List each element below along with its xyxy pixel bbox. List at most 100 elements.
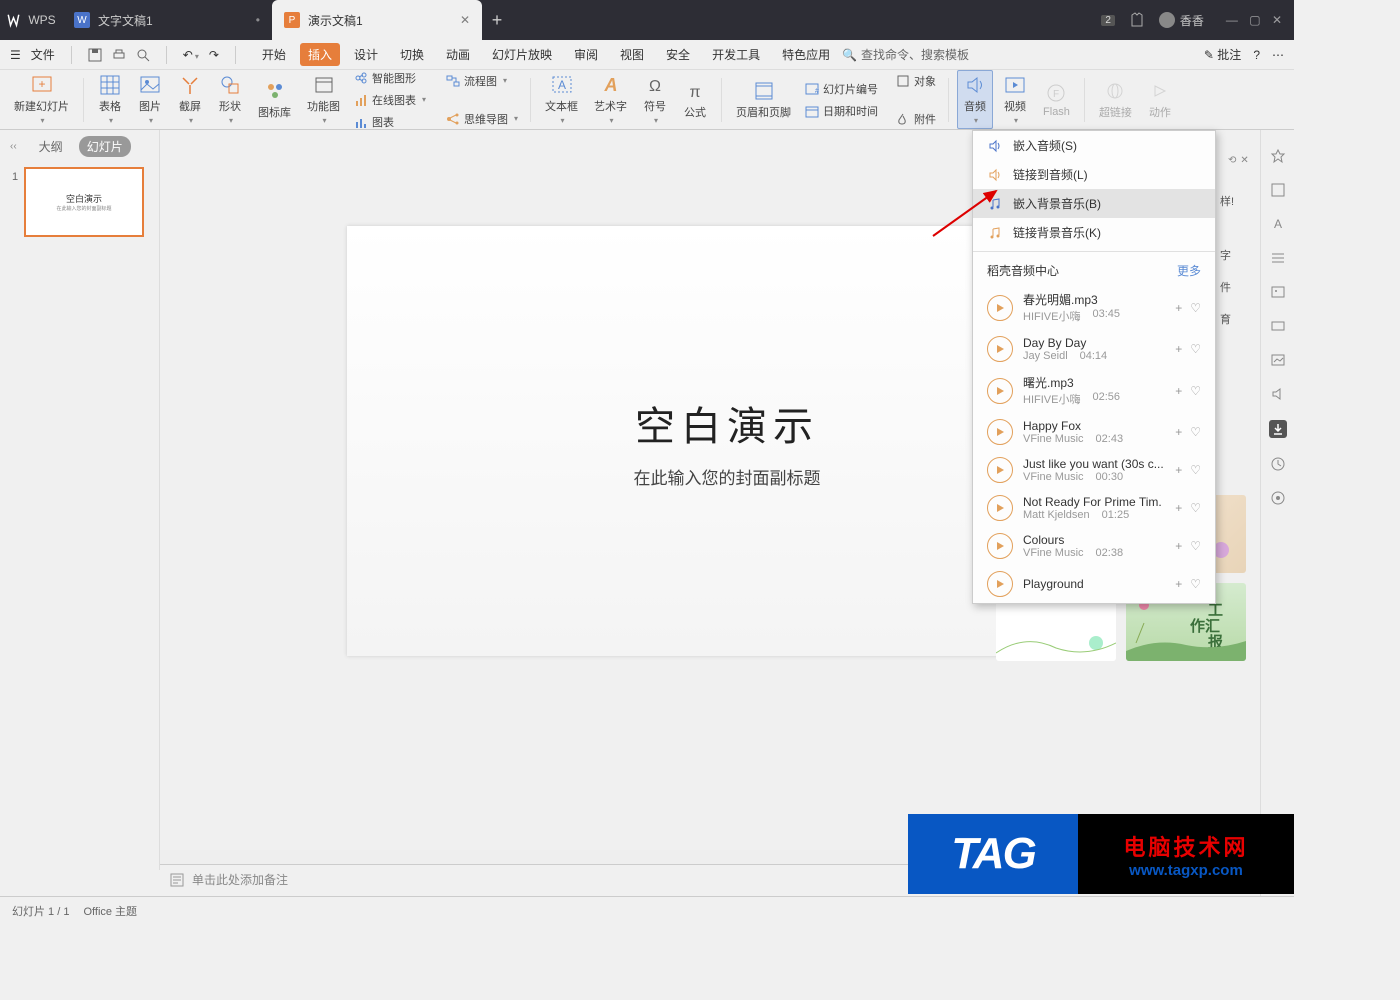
menu-icon[interactable]: ☰	[10, 48, 21, 62]
audio-row[interactable]: Just like you want (30s c... VFine Music…	[973, 451, 1215, 489]
add-icon[interactable]: +	[1175, 384, 1182, 398]
heart-icon[interactable]: ♡	[1190, 301, 1201, 315]
file-menu[interactable]: 文件	[31, 46, 55, 63]
rail-icon[interactable]	[1270, 182, 1286, 198]
rail-icon[interactable]	[1270, 456, 1286, 472]
rail-icon[interactable]: A	[1270, 216, 1286, 232]
undo-icon[interactable]: ↶▾	[183, 48, 199, 62]
picture-button[interactable]: 图片▾	[132, 71, 168, 128]
audio-row[interactable]: Playground + ♡	[973, 565, 1215, 603]
play-icon[interactable]	[987, 336, 1013, 362]
menu-start[interactable]: 开始	[254, 43, 294, 66]
link-bg-music-item[interactable]: 链接背景音乐(K)	[973, 218, 1215, 247]
add-icon[interactable]: +	[1175, 539, 1182, 553]
annotate-button[interactable]: ✎ 批注	[1204, 46, 1241, 63]
play-icon[interactable]	[987, 457, 1013, 483]
slide-thumbnail[interactable]: 1 空白演示 在此输入您的封面副标题	[24, 167, 144, 237]
search-box[interactable]: 🔍 查找命令、搜索模板	[842, 46, 969, 63]
tab-ppt-doc[interactable]: P 演示文稿1 ✕	[272, 0, 482, 40]
slides-tab[interactable]: 幻灯片	[79, 136, 131, 157]
add-icon[interactable]: +	[1175, 577, 1182, 591]
table-button[interactable]: 表格▾	[92, 71, 128, 128]
shape-button[interactable]: 形状▾	[212, 71, 248, 128]
notes-bar[interactable]: 单击此处添加备注	[160, 864, 1000, 894]
embed-bg-music-item[interactable]: 嵌入背景音乐(B)	[973, 189, 1215, 218]
add-icon[interactable]: +	[1175, 425, 1182, 439]
rail-icon[interactable]	[1270, 318, 1286, 334]
screenshot-button[interactable]: 截屏▾	[172, 71, 208, 128]
textbox-button[interactable]: A 文本框▾	[539, 71, 584, 128]
play-icon[interactable]	[987, 378, 1013, 404]
audio-row[interactable]: Not Ready For Prime Tim. Matt Kjeldsen01…	[973, 489, 1215, 527]
audio-row[interactable]: Day By Day Jay Seidl04:14 + ♡	[973, 330, 1215, 368]
slide-title[interactable]: 空白演示	[635, 394, 819, 452]
add-icon[interactable]: +	[1175, 463, 1182, 477]
video-button[interactable]: 视频▾	[997, 71, 1033, 128]
attach-button[interactable]: 附件	[892, 109, 940, 129]
link-audio-item[interactable]: 链接到音频(L)	[973, 160, 1215, 189]
menu-devtools[interactable]: 开发工具	[704, 43, 768, 66]
horizontal-scrollbar[interactable]	[160, 850, 1000, 864]
save-icon[interactable]	[88, 48, 102, 62]
rail-icon[interactable]	[1270, 352, 1286, 368]
rail-icon[interactable]	[1270, 490, 1286, 506]
redo-icon[interactable]: ↷	[209, 48, 219, 62]
menu-special[interactable]: 特色应用	[774, 43, 838, 66]
close-icon[interactable]: ✕	[460, 13, 470, 27]
outline-tab[interactable]: 大纲	[31, 136, 71, 157]
collapse-panel-icon[interactable]: ‹‹	[10, 141, 17, 152]
add-icon[interactable]: +	[1175, 301, 1182, 315]
heart-icon[interactable]: ♡	[1190, 463, 1201, 477]
new-slide-button[interactable]: + 新建幻灯片▾	[8, 71, 75, 128]
menu-transition[interactable]: 切换	[392, 43, 432, 66]
new-tab-button[interactable]: +	[482, 10, 512, 31]
rail-icon[interactable]	[1270, 386, 1286, 402]
rail-icon[interactable]	[1270, 284, 1286, 300]
heart-icon[interactable]: ♡	[1190, 425, 1201, 439]
wps-logo[interactable]: WPS	[0, 0, 62, 40]
audio-row[interactable]: 曙光.mp3 HIFIVE小嗨02:56 + ♡	[973, 368, 1215, 413]
flash-button[interactable]: F Flash	[1037, 79, 1076, 121]
menu-design[interactable]: 设计	[346, 43, 386, 66]
equation-button[interactable]: π 公式	[677, 77, 713, 123]
heart-icon[interactable]: ♡	[1190, 577, 1201, 591]
print-icon[interactable]	[112, 48, 126, 62]
rail-icon[interactable]	[1270, 148, 1286, 164]
menu-security[interactable]: 安全	[658, 43, 698, 66]
audio-row[interactable]: 春光明媚.mp3 HIFIVE小嗨03:45 + ♡	[973, 285, 1215, 330]
close-button[interactable]: ✕	[1272, 13, 1282, 27]
menu-review[interactable]: 审阅	[566, 43, 606, 66]
heart-icon[interactable]: ♡	[1190, 384, 1201, 398]
menu-insert[interactable]: 插入	[300, 43, 340, 66]
menu-slideshow[interactable]: 幻灯片放映	[484, 43, 560, 66]
play-icon[interactable]	[987, 295, 1013, 321]
iconlib-button[interactable]: 图标库	[252, 77, 297, 123]
menu-view[interactable]: 视图	[612, 43, 652, 66]
slide-subtitle[interactable]: 在此输入您的封面副标题	[634, 464, 821, 489]
tab-word-doc[interactable]: W 文字文稿1 •	[62, 0, 272, 40]
embed-audio-item[interactable]: 嵌入音频(S)	[973, 131, 1215, 160]
maximize-button[interactable]: ▢	[1249, 13, 1260, 27]
heart-icon[interactable]: ♡	[1190, 501, 1201, 515]
flowchart-button[interactable]: 流程图▾	[442, 71, 522, 91]
help-icon[interactable]: ?	[1253, 48, 1260, 62]
play-icon[interactable]	[987, 571, 1013, 597]
skin-icon[interactable]	[1129, 12, 1145, 28]
rail-icon[interactable]	[1270, 250, 1286, 266]
audio-button[interactable]: 音频▾	[957, 70, 993, 129]
play-icon[interactable]	[987, 533, 1013, 559]
smart-button[interactable]: 智能图形	[350, 68, 430, 88]
play-icon[interactable]	[987, 419, 1013, 445]
audio-row[interactable]: Happy Fox VFine Music02:43 + ♡	[973, 413, 1215, 451]
notification-badge[interactable]: 2	[1101, 15, 1115, 26]
user-menu[interactable]: 香香	[1159, 12, 1204, 29]
menu-animation[interactable]: 动画	[438, 43, 478, 66]
symbol-button[interactable]: Ω 符号▾	[637, 71, 673, 128]
slidenum-button[interactable]: #幻灯片编号	[801, 79, 882, 99]
datetime-button[interactable]: 日期和时间	[801, 101, 882, 121]
minimize-button[interactable]: —	[1226, 13, 1238, 27]
add-icon[interactable]: +	[1175, 342, 1182, 356]
preview-icon[interactable]	[136, 48, 150, 62]
chart-button[interactable]: 图表	[350, 112, 430, 132]
funcimg-button[interactable]: 功能图▾	[301, 71, 346, 128]
